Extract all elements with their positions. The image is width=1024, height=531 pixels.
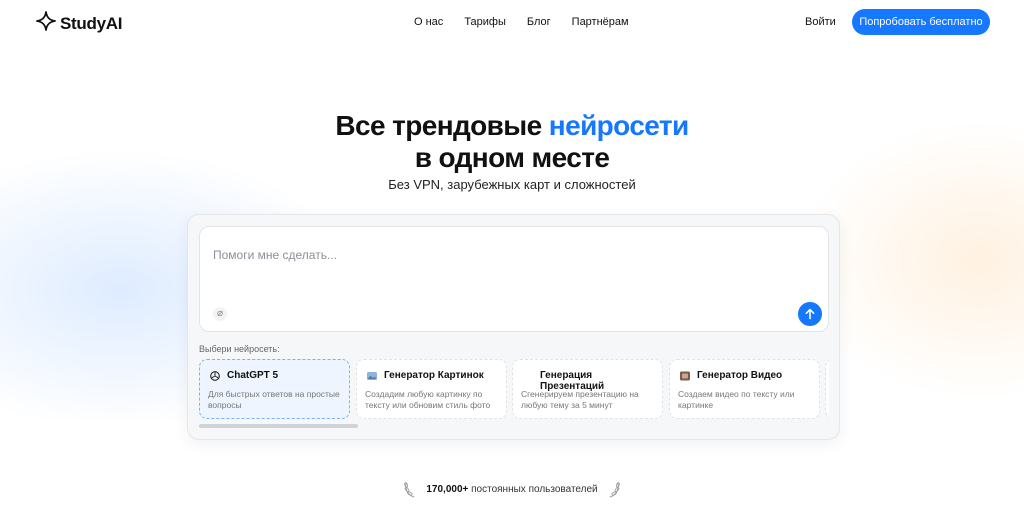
social-proof: 170,000+ постоянных пользователей bbox=[0, 480, 1024, 498]
hero-title: Все трендовые нейросети в одном месте bbox=[0, 110, 1024, 174]
laurel-left-icon bbox=[404, 482, 415, 498]
site-header: StudyAI О нас Тарифы Блог Партнёрам Войт… bbox=[0, 0, 1024, 44]
video-icon bbox=[679, 370, 691, 382]
nav-pricing[interactable]: Тарифы bbox=[464, 16, 506, 28]
model-card-image[interactable]: Генератор Картинок Создадим любую картин… bbox=[356, 359, 507, 419]
nav-about[interactable]: О нас bbox=[414, 16, 443, 28]
send-button[interactable] bbox=[798, 302, 822, 326]
model-name: Генератор Видео bbox=[697, 370, 783, 381]
model-name: Генератор Картинок bbox=[384, 370, 484, 381]
model-desc: Создадим любую картинку по тексту или об… bbox=[365, 389, 491, 410]
scrollbar-thumb[interactable] bbox=[199, 424, 358, 428]
model-desc: Создаем видео по тексту или картинке bbox=[678, 389, 795, 410]
login-link[interactable]: Войти bbox=[805, 16, 836, 28]
brand-name: StudyAI bbox=[60, 13, 123, 33]
paperclip-icon[interactable]: ⌀ bbox=[213, 307, 227, 321]
model-card-partial[interactable] bbox=[825, 359, 829, 419]
users-label: постоянных пользователей bbox=[471, 483, 598, 495]
model-card-chatgpt[interactable]: ChatGPT 5 Для быстрых ответов на простые… bbox=[199, 359, 350, 419]
laurel-right-icon bbox=[609, 482, 620, 498]
prompt-box: ⌀ bbox=[199, 226, 829, 332]
try-free-button[interactable]: Попробовать бесплатно bbox=[852, 9, 990, 35]
nav-blog[interactable]: Блог bbox=[527, 16, 551, 28]
model-list-scrollbar[interactable] bbox=[199, 424, 829, 428]
model-card-video[interactable]: Генератор Видео Создаем видео по тексту … bbox=[669, 359, 820, 419]
hero-title-line2: в одном месте bbox=[414, 142, 610, 173]
hero-title-part1: Все трендовые bbox=[335, 110, 542, 141]
sparkle-icon bbox=[36, 11, 56, 36]
model-desc: Сгенерируем презентацию на любую тему за… bbox=[521, 389, 639, 410]
model-name: ChatGPT 5 bbox=[227, 370, 279, 381]
nav-partners[interactable]: Партнёрам bbox=[572, 16, 629, 28]
model-desc: Для быстрых ответов на простые вопросы bbox=[208, 389, 340, 410]
users-count-text: 170,000+ постоянных пользователей bbox=[426, 484, 597, 495]
model-list: ChatGPT 5 Для быстрых ответов на простые… bbox=[199, 359, 829, 419]
model-chooser-label: Выбери нейросеть: bbox=[199, 344, 280, 354]
logo[interactable]: StudyAI bbox=[36, 11, 122, 36]
image-icon bbox=[366, 370, 378, 382]
openai-icon bbox=[209, 370, 221, 382]
prompt-card: ⌀ Выбери нейросеть: ChatGPT 5 Для быстры… bbox=[187, 214, 840, 440]
prompt-input[interactable] bbox=[213, 245, 773, 265]
users-count: 170,000+ bbox=[426, 483, 469, 495]
hero-subtitle: Без VPN, зарубежных карт и сложностей bbox=[388, 177, 636, 192]
arrow-up-icon bbox=[805, 308, 815, 320]
model-card-presentation[interactable]: Генерация Презентаций Сгенерируем презен… bbox=[512, 359, 663, 419]
main-nav: О нас Тарифы Блог Партнёрам bbox=[414, 16, 650, 28]
hero-title-accent: нейросети bbox=[548, 110, 689, 141]
